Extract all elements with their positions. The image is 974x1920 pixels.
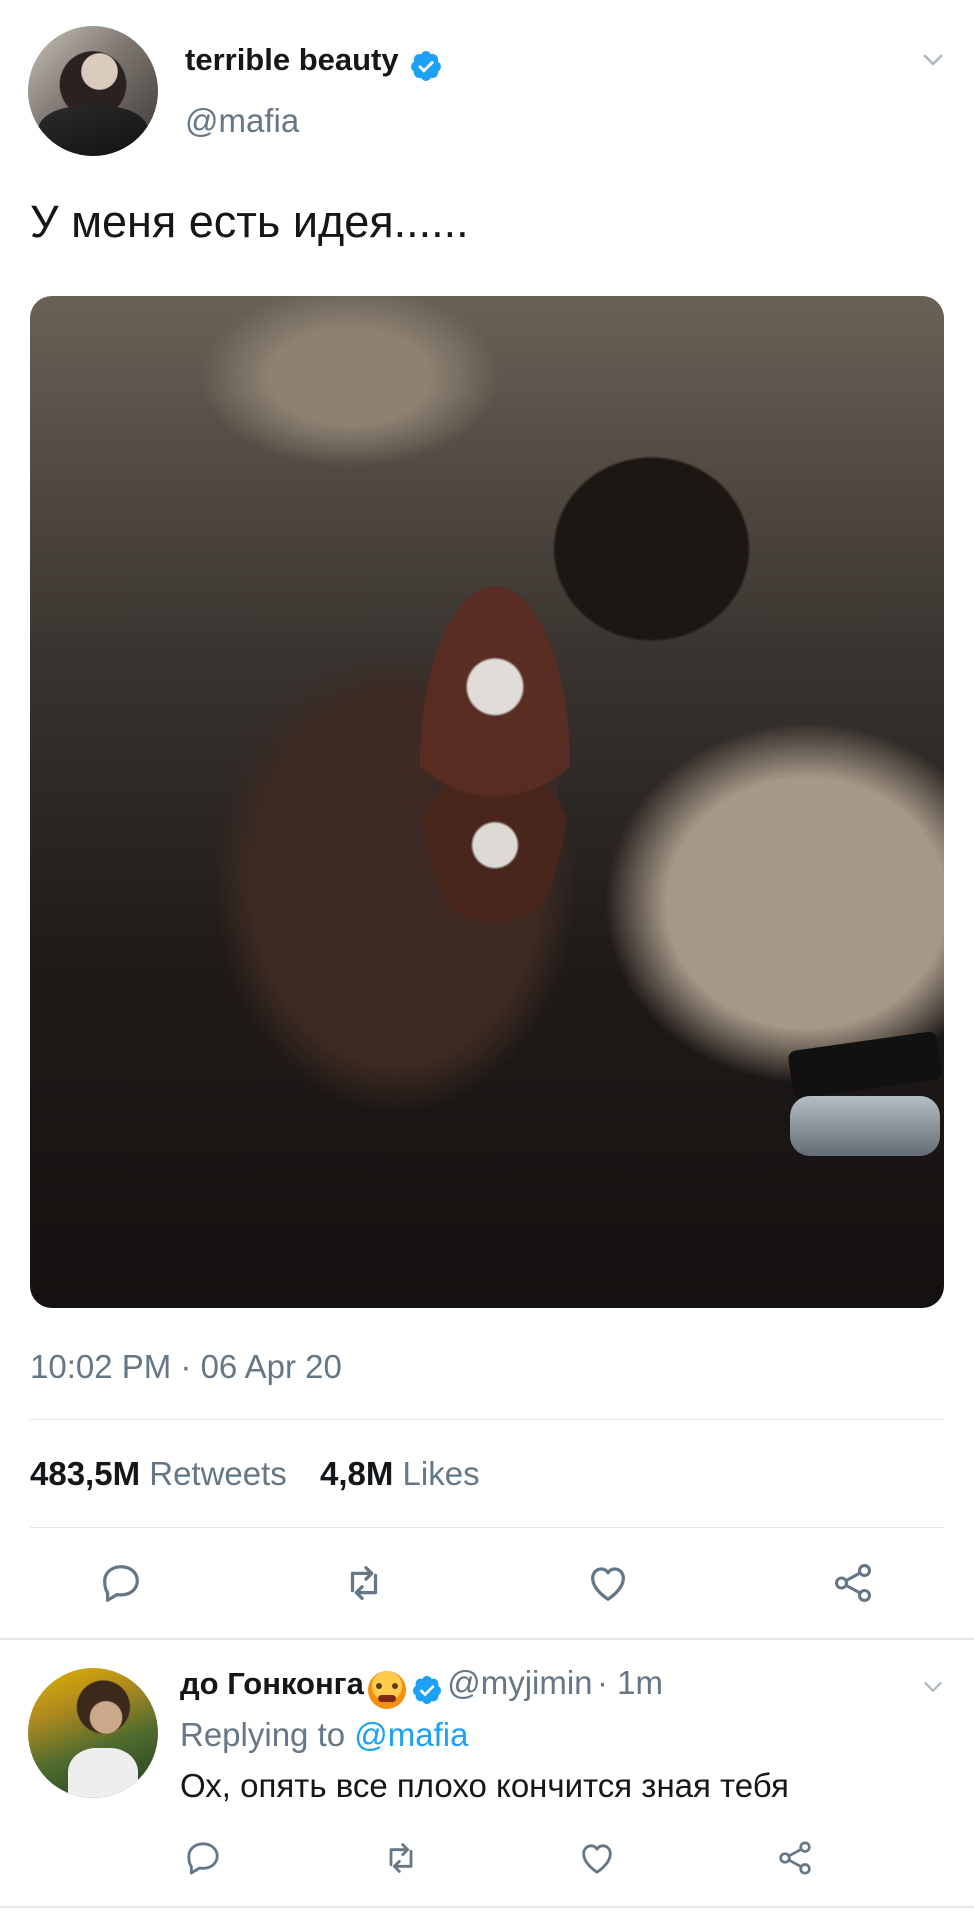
retweet-icon[interactable]: [380, 1838, 422, 1878]
likes-stat[interactable]: 4,8M Likes: [320, 1455, 480, 1492]
tweet-text: У меня есть идея......: [30, 196, 469, 247]
retweets-count: 483,5M: [30, 1455, 141, 1492]
retweet-icon[interactable]: [340, 1560, 388, 1606]
chevron-down-icon[interactable]: [917, 48, 949, 72]
photo-detail-phone: [787, 1030, 943, 1100]
heart-icon[interactable]: [577, 1838, 617, 1878]
heart-icon[interactable]: [585, 1560, 631, 1606]
replying-to-line: Replying to @mafia: [180, 1716, 468, 1754]
section-divider: [0, 1906, 974, 1908]
tweet-timestamp[interactable]: 10:02 PM · 06 Apr 20: [30, 1348, 342, 1386]
share-icon[interactable]: [830, 1560, 876, 1606]
likes-label: Likes: [402, 1455, 480, 1492]
retweets-stat[interactable]: 483,5M Retweets: [30, 1455, 296, 1492]
divider: [30, 1419, 944, 1420]
verified-badge-icon: [411, 1674, 443, 1706]
reply-header: до Гонконга @myjimin · 1m: [180, 1664, 663, 1709]
likes-count: 4,8M: [319, 1455, 394, 1492]
chevron-down-icon[interactable]: [918, 1676, 948, 1698]
reply-author-avatar[interactable]: [28, 1668, 158, 1798]
share-icon[interactable]: [775, 1838, 815, 1878]
author-name-row: terrible beauty: [185, 42, 443, 83]
hot-face-emoji-icon: [368, 1670, 407, 1709]
replying-to-link[interactable]: @mafia: [354, 1716, 468, 1753]
author-display-name[interactable]: terrible beauty: [185, 42, 399, 77]
tweet-photo[interactable]: [30, 296, 944, 1308]
reply-display-name[interactable]: до Гонконга: [180, 1666, 364, 1701]
reply-icon[interactable]: [183, 1838, 223, 1878]
reply-icon[interactable]: [98, 1560, 144, 1606]
verified-badge-icon: [409, 49, 443, 83]
reply-time: · 1m: [596, 1664, 663, 1701]
replying-to-prefix: Replying to: [180, 1716, 346, 1753]
tweet-stats: 483,5M Retweets 4,8M Likes: [30, 1455, 480, 1493]
reply-text: Ох, опять все плохо кончится зная тебя: [180, 1767, 789, 1804]
author-avatar[interactable]: [28, 26, 158, 156]
section-divider: [0, 1638, 974, 1640]
retweets-label: Retweets: [149, 1455, 287, 1492]
photo-detail-bottle: [790, 1096, 940, 1156]
divider: [30, 1527, 944, 1528]
author-handle[interactable]: @mafia: [185, 102, 299, 140]
reply-handle[interactable]: @myjimin: [447, 1664, 592, 1701]
photo-detail-embroidery: [420, 586, 570, 946]
